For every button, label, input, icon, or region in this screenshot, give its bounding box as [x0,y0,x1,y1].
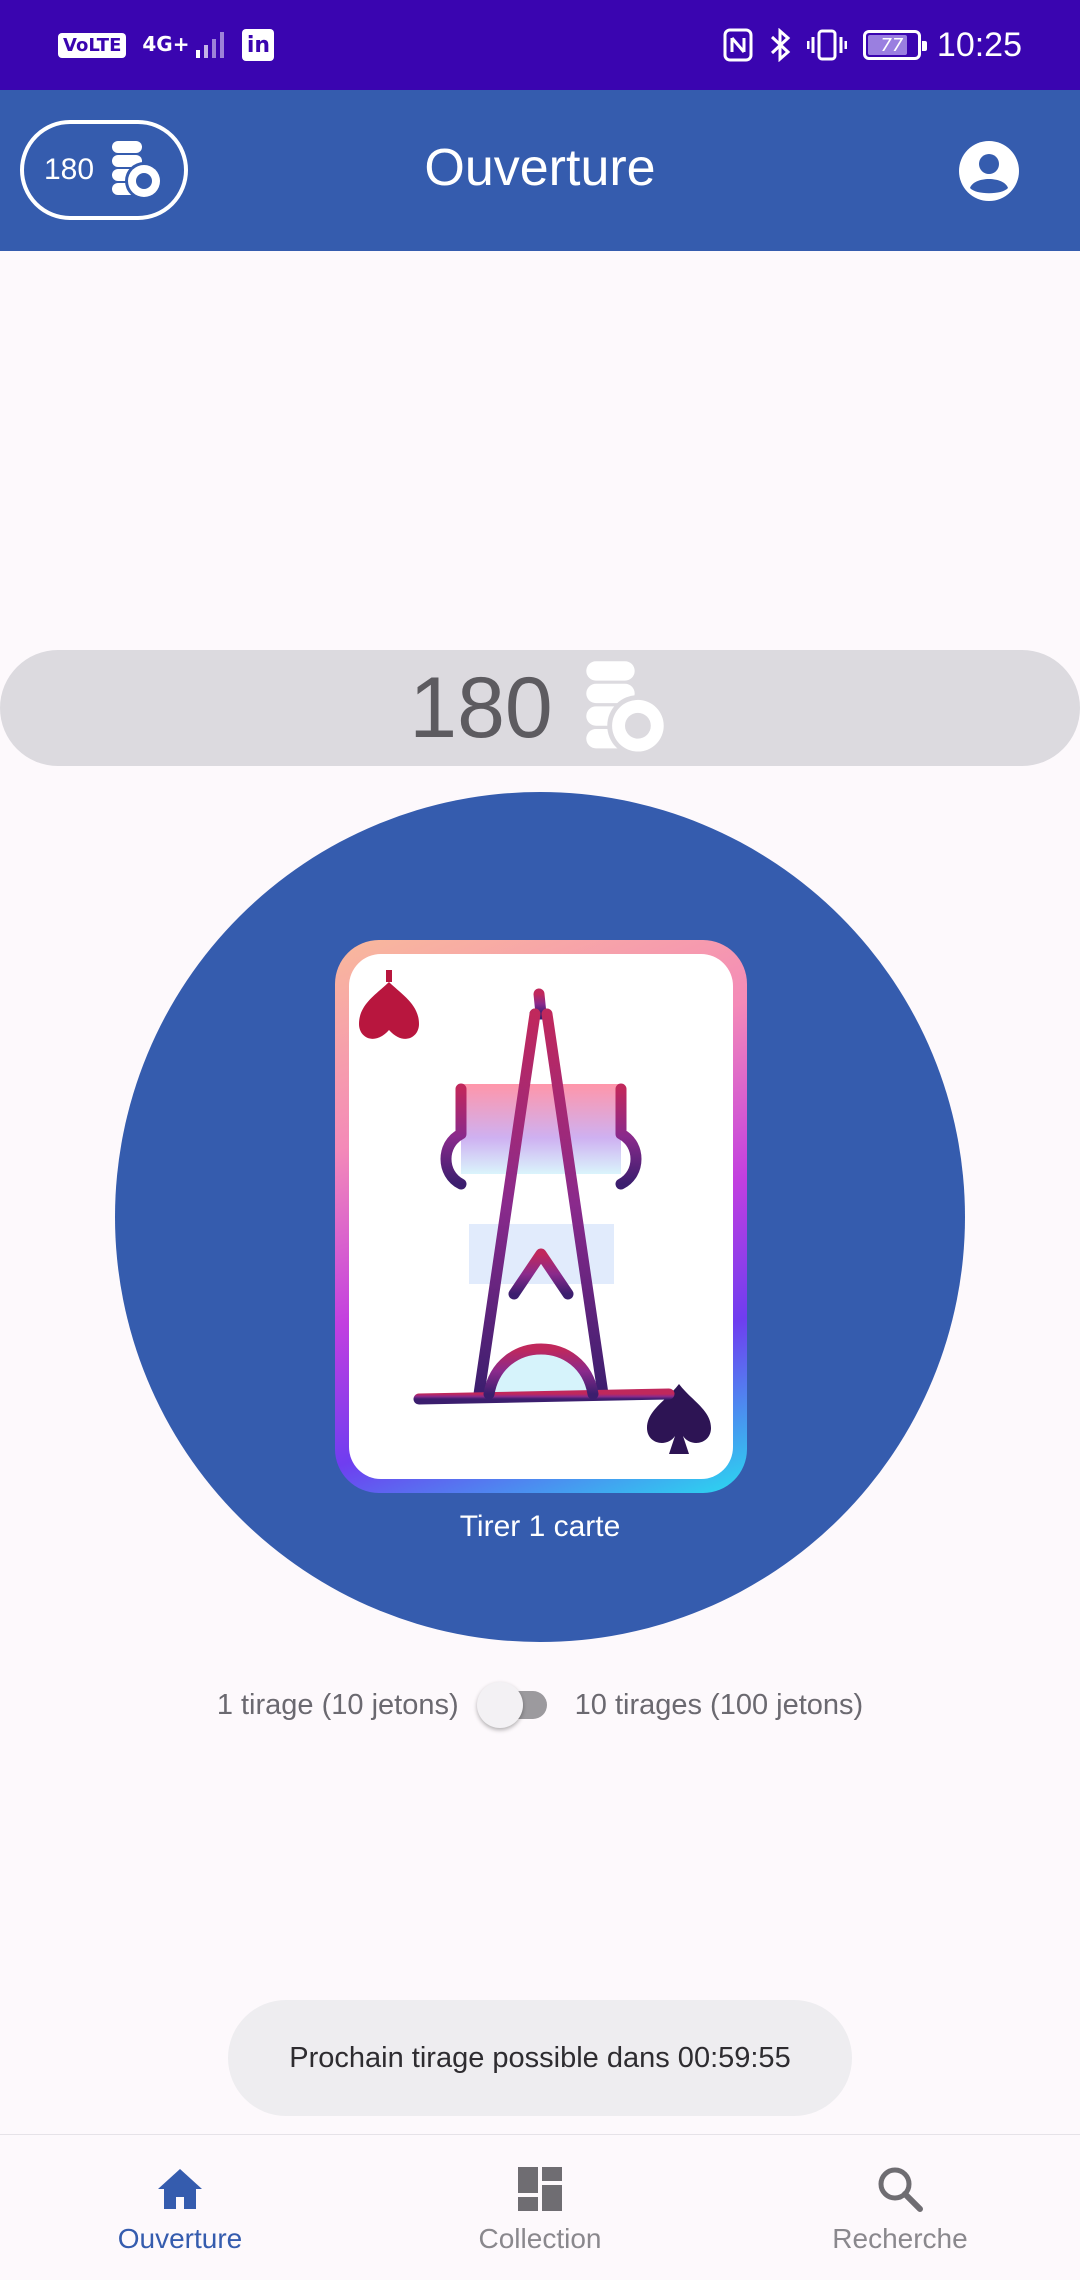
ten-draws-label: 10 tirages (100 jetons) [574,1688,864,1721]
draw-mode-toggle-row: 1 tirage (10 jetons) 10 tirages (100 jet… [0,1680,1080,1730]
vibrate-icon [806,29,847,61]
linkedin-icon: in [242,29,275,61]
4g-signal-icon: 4G+ [142,32,226,59]
nav-ouverture[interactable]: Ouverture [0,2135,360,2280]
coins-icon [586,661,669,757]
status-left-icons: VoLTE 4G+ in [58,29,275,61]
nav-collection[interactable]: Collection [360,2135,720,2280]
network-label: 4G+ [142,31,190,56]
eiffel-card-illustration [359,970,711,1454]
battery-level: 77 [880,34,904,56]
battery-icon: 77 [862,30,927,60]
heart-suit-icon [359,982,419,1039]
status-bar: VoLTE 4G+ in 77 10:25 [0,0,1080,90]
status-right-icons: 77 10:25 [723,26,1022,65]
page-title: Ouverture [424,139,656,197]
volte-icon: VoLTE [58,32,127,58]
home-icon [158,2169,202,2209]
nav-label: Ouverture [117,2223,243,2254]
switch-thumb[interactable] [476,1682,523,1728]
nav-label: Recherche [832,2223,968,2254]
balance-display: 180 [0,650,1080,766]
bottom-navigation: Ouverture Collection Recherche [0,2134,1080,2280]
nav-recherche[interactable]: Recherche [720,2135,1080,2280]
card-image[interactable] [335,940,747,1493]
app-bar: 180 Ouverture [0,90,1080,251]
status-time: 10:25 [936,25,1022,64]
draw-label[interactable]: Tirer 1 carte [0,1510,1080,1544]
search-icon [878,2167,923,2212]
nfc-icon [723,28,753,62]
single-draw-label: 1 tirage (10 jetons) [216,1688,459,1721]
next-draw-snackbar: Prochain tirage possible dans 00:59:55 [228,2000,852,2116]
balance-value: 180 [409,659,553,756]
snackbar-message: Prochain tirage possible dans 00:59:55 [289,2041,791,2074]
dashboard-icon [518,2167,562,2211]
bluetooth-icon [770,28,791,62]
draw-mode-switch[interactable] [476,1682,557,1728]
account-icon[interactable] [958,140,1020,202]
nav-label: Collection [478,2223,602,2254]
